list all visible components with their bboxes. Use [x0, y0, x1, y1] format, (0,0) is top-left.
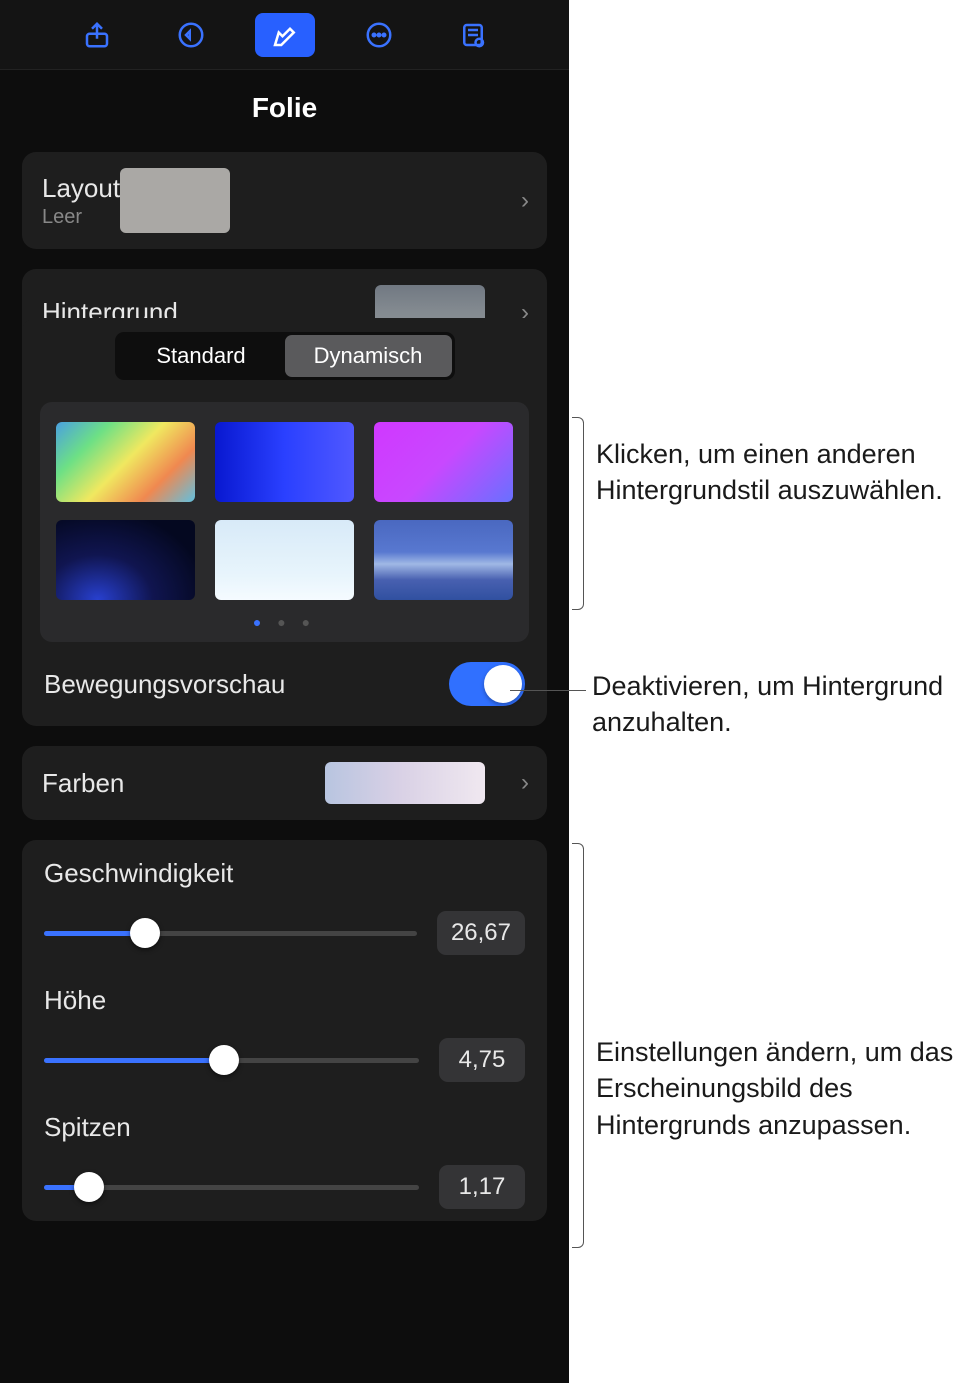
background-style-option[interactable]	[56, 520, 195, 600]
colors-swatch	[325, 762, 485, 804]
background-style-option[interactable]	[215, 422, 354, 502]
background-style-option[interactable]	[374, 422, 513, 502]
inspector-panel: Folie Layout Leer › Hintergrund › Standa…	[0, 0, 569, 1383]
speed-value[interactable]: 26,67	[437, 911, 525, 955]
callout-styles: Klicken, um einen anderen Hintergrundsti…	[596, 436, 956, 509]
height-slider[interactable]	[44, 1058, 419, 1063]
background-style-option[interactable]	[215, 520, 354, 600]
chevron-right-icon: ›	[521, 187, 529, 215]
layout-row[interactable]: Layout Leer ›	[22, 152, 547, 249]
layout-thumbnail	[120, 168, 230, 233]
callout-toggle: Deaktivieren, um Hintergrund anzuhalten.	[592, 668, 962, 741]
format-button[interactable]	[255, 13, 315, 57]
colors-label: Farben	[42, 768, 325, 799]
callout-bracket	[572, 417, 584, 610]
page-indicator: ● ● ●	[56, 614, 513, 630]
share-button[interactable]	[67, 13, 127, 57]
background-mode-segmented: Standard Dynamisch	[115, 332, 455, 380]
layout-label: Layout	[42, 173, 120, 204]
undo-button[interactable]	[161, 13, 221, 57]
peaks-label: Spitzen	[44, 1112, 525, 1143]
background-style-option[interactable]	[374, 520, 513, 600]
peaks-value[interactable]: 1,17	[439, 1165, 525, 1209]
colors-section: Farben ›	[22, 746, 547, 820]
motion-preview-toggle[interactable]	[449, 662, 525, 706]
peaks-slider[interactable]	[44, 1185, 419, 1190]
segment-standard[interactable]: Standard	[118, 335, 285, 377]
callout-bracket	[572, 843, 584, 1248]
toolbar	[0, 0, 569, 70]
more-button[interactable]	[349, 13, 409, 57]
presenter-button[interactable]	[443, 13, 503, 57]
motion-preview-label: Bewegungsvorschau	[44, 669, 449, 700]
layout-sublabel: Leer	[42, 206, 120, 229]
speed-slider-row: Geschwindigkeit 26,67	[22, 840, 547, 967]
background-popover: Standard Dynamisch ● ● ● Bewegungsvorsch…	[22, 318, 547, 726]
segment-dynamic[interactable]: Dynamisch	[285, 335, 452, 377]
height-value[interactable]: 4,75	[439, 1038, 525, 1082]
background-styles-grid: ● ● ●	[40, 402, 529, 642]
height-slider-row: Höhe 4,75	[22, 967, 547, 1094]
callout-line	[510, 690, 586, 691]
speed-label: Geschwindigkeit	[44, 858, 525, 889]
height-label: Höhe	[44, 985, 525, 1016]
speed-slider[interactable]	[44, 931, 417, 936]
callout-sliders: Einstellungen ändern, um das Erscheinung…	[596, 1034, 966, 1143]
colors-row[interactable]: Farben ›	[22, 746, 547, 820]
panel-title: Folie	[0, 70, 569, 142]
peaks-slider-row: Spitzen 1,17	[22, 1094, 547, 1221]
background-style-option[interactable]	[56, 422, 195, 502]
layout-section: Layout Leer ›	[22, 152, 547, 249]
chevron-right-icon: ›	[521, 769, 529, 797]
sliders-section: Geschwindigkeit 26,67 Höhe 4,75 Spitzen	[22, 840, 547, 1221]
